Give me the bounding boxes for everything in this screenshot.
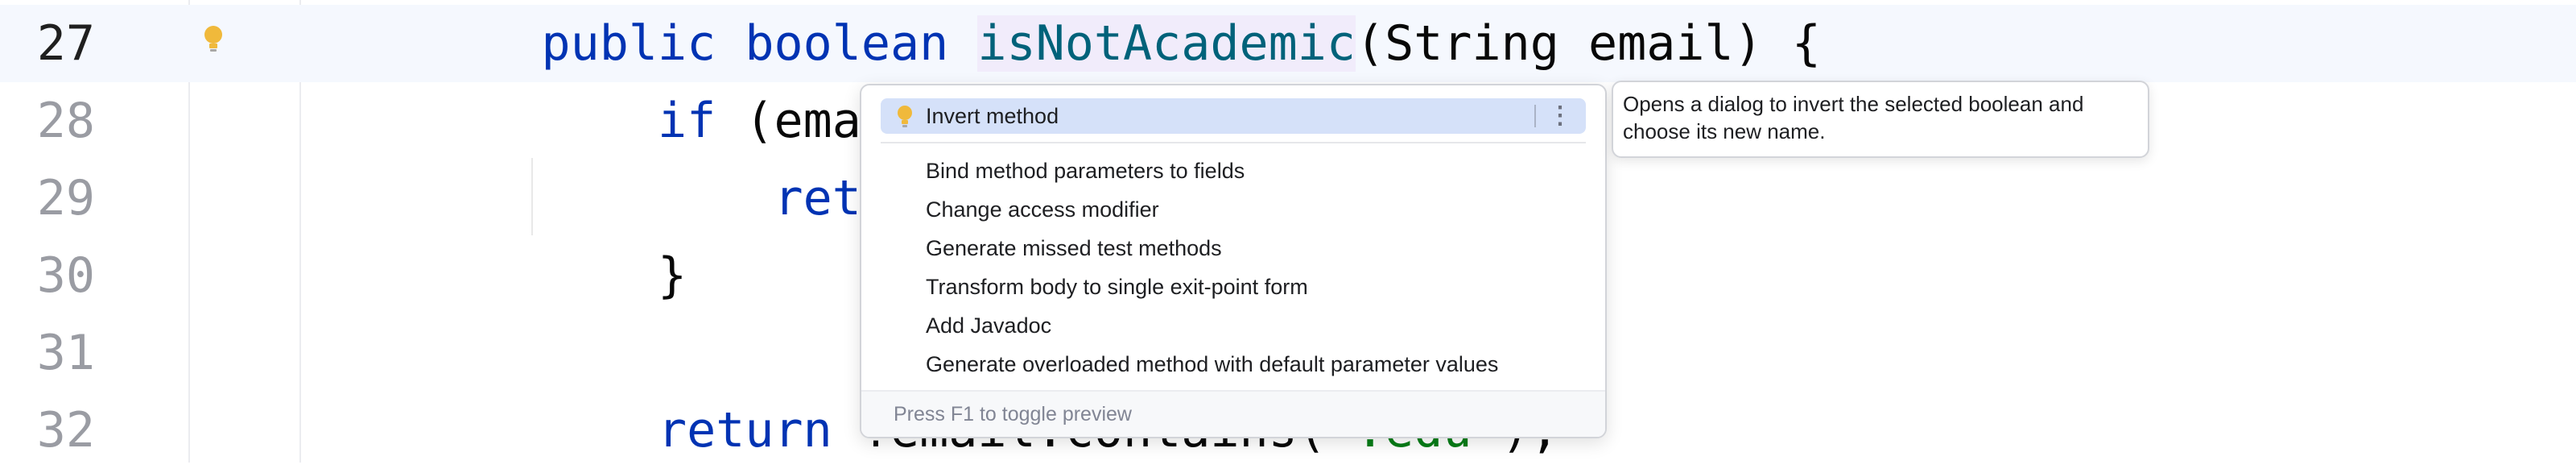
- popup-item-label: Invert method: [926, 104, 1059, 128]
- code-token: }: [657, 247, 687, 304]
- line-number: 27: [36, 15, 95, 72]
- popup-item[interactable]: Change access modifier: [881, 192, 1586, 227]
- code-method-name: isNotAcademic: [977, 15, 1356, 72]
- popup-footer-hint: Press F1 to toggle preview: [894, 403, 1132, 425]
- popup-footer: Press F1 to toggle preview: [861, 390, 1605, 437]
- code-text: }: [425, 237, 687, 314]
- code-token: (String email) {: [1355, 15, 1821, 72]
- code-text: public boolean isNotAcademic(String emai…: [425, 5, 1821, 82]
- popup-item-label: Change access modifier: [926, 197, 1159, 222]
- popup-item-label: Transform body to single exit-point form: [926, 275, 1308, 299]
- popup-item[interactable]: Add Javadoc: [881, 308, 1586, 343]
- lightbulb-icon: [898, 106, 912, 127]
- more-options-icon[interactable]: ⋮: [1546, 98, 1575, 134]
- divider: [881, 142, 1586, 143]
- popup-item-label: Generate overloaded method with default …: [926, 352, 1499, 376]
- popup-item[interactable]: Bind method parameters to fields: [881, 153, 1586, 189]
- divider: [1534, 105, 1536, 127]
- lightbulb-icon[interactable]: [201, 24, 225, 53]
- popup-item-invert-method[interactable]: Invert method ⋮: [881, 98, 1586, 134]
- popup-item-label: Generate missed test methods: [926, 236, 1222, 260]
- code-keyword: if: [657, 93, 745, 149]
- action-description-tooltip: Opens a dialog to invert the selected bo…: [1612, 81, 2149, 158]
- code-keyword: public boolean: [541, 15, 978, 72]
- popup-item-label: Bind method parameters to fields: [926, 159, 1245, 183]
- line-number: 31: [36, 325, 95, 381]
- popup-item[interactable]: Transform body to single exit-point form: [881, 269, 1586, 305]
- popup-item[interactable]: Generate overloaded method with default …: [881, 347, 1586, 382]
- line-number: 32: [36, 402, 95, 459]
- intention-actions-popup: Invert method ⋮ Bind method parameters t…: [860, 84, 1607, 438]
- line-number: 29: [36, 170, 95, 226]
- line-number: 30: [36, 247, 95, 304]
- line-number: 28: [36, 93, 95, 149]
- popup-item[interactable]: Generate missed test methods: [881, 230, 1586, 266]
- popup-item-label: Add Javadoc: [926, 313, 1052, 338]
- code-keyword: return: [657, 402, 861, 459]
